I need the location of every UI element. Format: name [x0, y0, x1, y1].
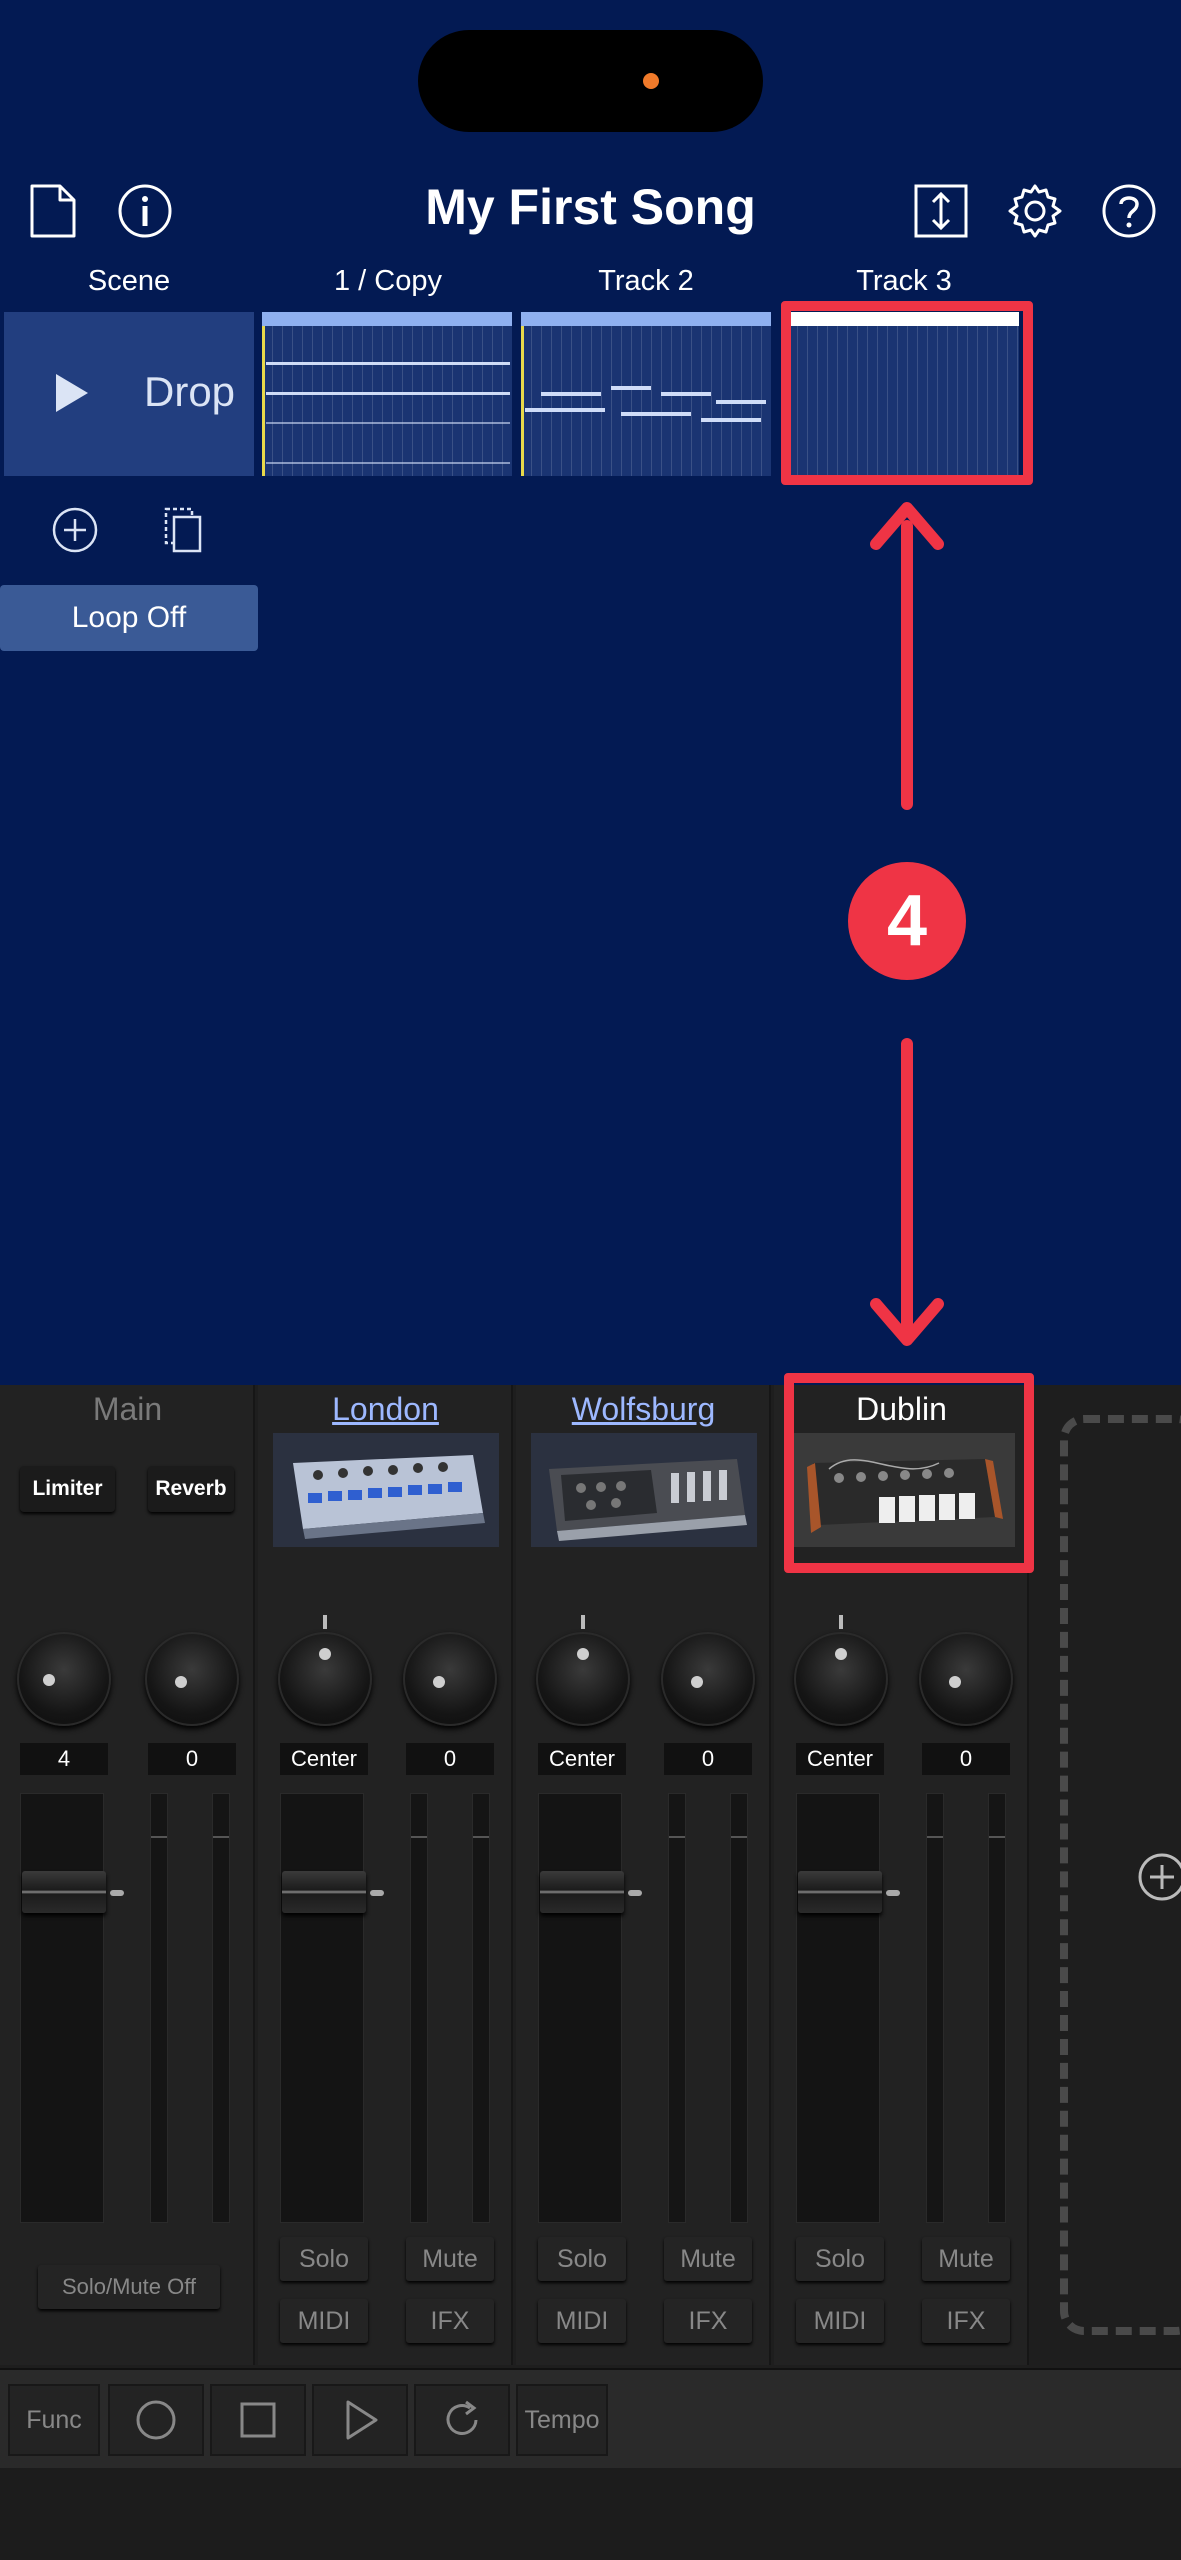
london-fader-track[interactable] — [280, 1793, 364, 2223]
scene-launch-cell[interactable]: Drop — [4, 312, 254, 476]
wolfsburg-solo-button[interactable]: Solo — [538, 2237, 626, 2281]
func-button[interactable]: Func — [8, 2384, 100, 2456]
wolfsburg-synth-thumbnail[interactable] — [531, 1433, 757, 1547]
stop-icon — [240, 2402, 276, 2438]
arrangement-area: My First Song Scene 1 / Copy Track 2 Tra… — [0, 0, 1181, 1385]
play-transport-icon — [346, 2400, 378, 2440]
london-fader-handle[interactable] — [282, 1871, 366, 1913]
dublin-solo-button[interactable]: Solo — [796, 2237, 884, 2281]
annotation-arrow-down-shaft — [901, 1038, 913, 1333]
main-knob-2-value: 0 — [148, 1743, 236, 1775]
play-icon — [56, 374, 88, 412]
duplicate-scene-icon[interactable] — [158, 505, 208, 555]
wolfsburg-pan-knob[interactable] — [536, 1632, 630, 1726]
main-fader-handle[interactable] — [22, 1871, 106, 1913]
clip-track-2[interactable] — [521, 312, 771, 476]
annotation-arrow-up-head — [870, 502, 944, 550]
dublin-pan-value: Center — [796, 1743, 884, 1775]
main-knob-1-value: 4 — [20, 1743, 108, 1775]
wolfsburg-fader-handle[interactable] — [540, 1871, 624, 1913]
annotation-arrow-up-shaft — [901, 520, 913, 810]
dublin-meter-right — [988, 1793, 1006, 2223]
add-channel-icon[interactable] — [1134, 1851, 1181, 1903]
stop-button[interactable] — [210, 2384, 306, 2456]
london-meter-right — [472, 1793, 490, 2223]
london-solo-button[interactable]: Solo — [280, 2237, 368, 2281]
wolfsburg-send-value: 0 — [664, 1743, 752, 1775]
wolfsburg-meter-left — [668, 1793, 686, 2223]
scene-label: Drop — [144, 368, 236, 415]
main-channel-strip: Main Limiter Reverb 4 0 Solo/Mute Off — [0, 1385, 255, 2365]
play-button[interactable] — [312, 2384, 408, 2456]
wolfsburg-meter-right — [730, 1793, 748, 2223]
wolfsburg-pan-value: Center — [538, 1743, 626, 1775]
london-mute-button[interactable]: Mute — [406, 2237, 494, 2281]
london-synth-thumbnail[interactable] — [273, 1433, 499, 1547]
main-channel-name: Main — [92, 1391, 163, 1427]
main-fader-track[interactable] — [20, 1793, 104, 2223]
dublin-send-knob[interactable] — [919, 1632, 1013, 1726]
dynamic-island — [418, 30, 763, 132]
resize-vertical-icon[interactable] — [912, 182, 970, 240]
channel-strip-london: London Center 0 Solo Mute MIDI IFX — [258, 1385, 513, 2365]
london-meter-left — [410, 1793, 428, 2223]
wolfsburg-ifx-button[interactable]: IFX — [664, 2299, 752, 2343]
main-knob-1[interactable] — [17, 1632, 111, 1726]
channel-strip-wolfsburg: Wolfsburg Center 0 Solo Mute MIDI IFX — [516, 1385, 771, 2365]
wolfsburg-send-knob[interactable] — [661, 1632, 755, 1726]
london-midi-button[interactable]: MIDI — [280, 2299, 368, 2343]
channel-name-wolfsburg[interactable]: Wolfsburg — [516, 1385, 771, 1428]
column-header-track-2[interactable]: Track 2 — [520, 265, 772, 298]
help-icon[interactable] — [1100, 182, 1158, 240]
dublin-send-value: 0 — [922, 1743, 1010, 1775]
clip-track-1[interactable] — [262, 312, 512, 476]
column-header-track-1[interactable]: 1 / Copy — [262, 265, 514, 298]
london-pan-knob[interactable] — [278, 1632, 372, 1726]
annotation-arrow-down-head — [870, 1298, 944, 1346]
dublin-fader-handle[interactable] — [798, 1871, 882, 1913]
main-meter-left — [150, 1793, 168, 2223]
song-title: My First Song — [425, 179, 756, 235]
wolfsburg-midi-button[interactable]: MIDI — [538, 2299, 626, 2343]
wolfsburg-fader-track[interactable] — [538, 1793, 622, 2223]
dublin-mute-button[interactable]: Mute — [922, 2237, 1010, 2281]
reverb-button[interactable]: Reverb — [148, 1466, 234, 1512]
tempo-button[interactable]: Tempo — [516, 2384, 608, 2456]
highlight-box-dublin-channel — [784, 1373, 1034, 1573]
channel-name-london[interactable]: London — [258, 1385, 513, 1428]
main-meter-right — [212, 1793, 230, 2223]
london-pan-value: Center — [280, 1743, 368, 1775]
loop-toggle-button[interactable]: Loop Off — [0, 585, 258, 651]
column-header-scene: Scene — [87, 265, 171, 297]
london-send-value: 0 — [406, 1743, 494, 1775]
dublin-fader-track[interactable] — [796, 1793, 880, 2223]
loop-cycle-button[interactable] — [414, 2384, 510, 2456]
highlight-box-track-3-clip — [781, 301, 1033, 485]
record-icon — [136, 2400, 176, 2440]
dublin-meter-left — [926, 1793, 944, 2223]
add-scene-icon[interactable] — [50, 505, 100, 555]
dublin-midi-button[interactable]: MIDI — [796, 2299, 884, 2343]
step-number-badge: 4 — [848, 862, 966, 980]
column-header-track-3[interactable]: Track 3 — [778, 265, 1030, 298]
solo-mute-off-button[interactable]: Solo/Mute Off — [38, 2265, 220, 2309]
wolfsburg-mute-button[interactable]: Mute — [664, 2237, 752, 2281]
settings-gear-icon[interactable] — [1006, 182, 1064, 240]
bottom-safe-area — [0, 2468, 1181, 2560]
transport-bar: Func Tempo — [0, 2368, 1181, 2468]
london-ifx-button[interactable]: IFX — [406, 2299, 494, 2343]
record-button[interactable] — [108, 2384, 204, 2456]
london-send-knob[interactable] — [403, 1632, 497, 1726]
limiter-button[interactable]: Limiter — [20, 1466, 115, 1512]
dublin-ifx-button[interactable]: IFX — [922, 2299, 1010, 2343]
main-knob-2[interactable] — [145, 1632, 239, 1726]
loop-cycle-icon — [446, 2400, 478, 2435]
camera-indicator-dot — [643, 73, 659, 89]
dublin-pan-knob[interactable] — [794, 1632, 888, 1726]
